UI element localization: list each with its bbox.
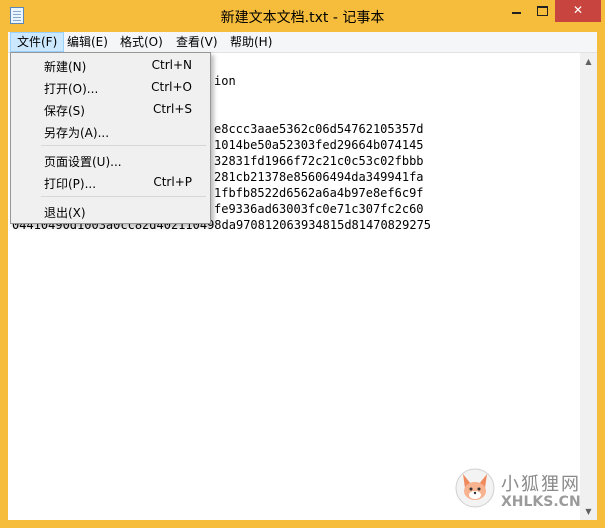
maximize-icon bbox=[536, 6, 548, 16]
maximize-button[interactable] bbox=[529, 0, 555, 22]
text-line: 1014be50a52303fed29664b074145 bbox=[214, 138, 424, 152]
menu-exit[interactable]: 退出(X) bbox=[13, 200, 208, 222]
menu-format[interactable]: 格式(O) bbox=[114, 32, 169, 52]
menu-exit-label: 退出(X) bbox=[44, 206, 86, 220]
close-icon: ✕ bbox=[572, 3, 584, 17]
watermark-en: XHLKS.CN bbox=[501, 494, 581, 510]
text-line: 281cb21378e85606494da349941fa bbox=[214, 170, 424, 184]
text-line: 32831fd1966f72c21c0c53c02fbbb bbox=[214, 154, 424, 168]
site-watermark: 小狐狸网 XHLKS.CN bbox=[449, 462, 599, 522]
menu-page-setup[interactable]: 页面设置(U)... bbox=[13, 149, 208, 171]
menu-print-label: 打印(P)... bbox=[44, 177, 97, 191]
scroll-up-icon[interactable]: ▲ bbox=[580, 53, 597, 70]
watermark-cn: 小狐狸网 bbox=[501, 474, 581, 495]
text-line: e8ccc3aae5362c06d54762105357d bbox=[214, 122, 424, 136]
file-menu-dropdown: 新建(N) Ctrl+N 打开(O)... Ctrl+O 保存(S) Ctrl+… bbox=[10, 52, 211, 224]
title-bar[interactable]: 新建文本文档.txt - 记事本 ✕ bbox=[0, 0, 605, 32]
menu-print-shortcut: Ctrl+P bbox=[153, 175, 192, 189]
vertical-scrollbar[interactable]: ▲ ▼ bbox=[580, 53, 597, 520]
menu-new[interactable]: 新建(N) Ctrl+N bbox=[13, 54, 208, 76]
menu-save-label: 保存(S) bbox=[44, 104, 85, 118]
minimize-button[interactable] bbox=[503, 0, 529, 22]
menu-view[interactable]: 查看(V) bbox=[170, 32, 224, 52]
menu-save-shortcut: Ctrl+S bbox=[152, 102, 192, 116]
menu-separator bbox=[41, 196, 206, 197]
menu-file[interactable]: 文件(F) bbox=[10, 32, 65, 52]
text-line: fe9336ad63003fc0e71c307fc2c60 bbox=[214, 202, 424, 216]
menu-new-shortcut: Ctrl+N bbox=[151, 58, 192, 72]
menu-page-setup-label: 页面设置(U)... bbox=[44, 155, 122, 169]
menu-new-label: 新建(N) bbox=[44, 60, 87, 74]
text-line: ion bbox=[214, 74, 236, 88]
menu-bar: 文件(F) 编辑(E) 格式(O) 查看(V) 帮助(H) bbox=[8, 32, 597, 53]
menu-edit[interactable]: 编辑(E) bbox=[61, 32, 114, 52]
text-line: 1fbfb8522d6562a6a4b97e8ef6c9f bbox=[214, 186, 424, 200]
menu-save-as-label: 另存为(A)... bbox=[44, 126, 110, 140]
minimize-icon bbox=[511, 12, 521, 14]
menu-open-shortcut: Ctrl+O bbox=[151, 80, 192, 94]
menu-print[interactable]: 打印(P)... Ctrl+P bbox=[13, 171, 208, 193]
menu-save[interactable]: 保存(S) Ctrl+S bbox=[13, 98, 208, 120]
menu-help[interactable]: 帮助(H) bbox=[224, 32, 278, 52]
notepad-window: 新建文本文档.txt - 记事本 ✕ 文件(F) 编辑(E) 格式(O) 查看(… bbox=[0, 0, 605, 528]
close-button[interactable]: ✕ bbox=[555, 0, 601, 22]
menu-save-as[interactable]: 另存为(A)... bbox=[13, 120, 208, 142]
fox-logo-icon bbox=[455, 468, 495, 508]
menu-open-label: 打开(O)... bbox=[44, 82, 99, 96]
menu-open[interactable]: 打开(O)... Ctrl+O bbox=[13, 76, 208, 98]
menu-separator bbox=[41, 145, 206, 146]
